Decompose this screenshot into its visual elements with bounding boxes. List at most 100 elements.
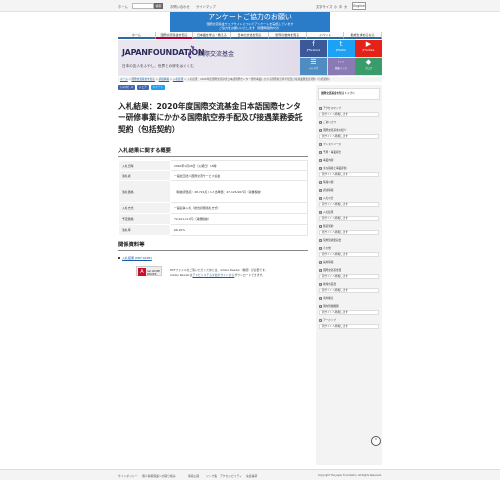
sidebar-item-label: 事業内容 (323, 159, 334, 162)
share-button[interactable]: シェア (136, 85, 149, 90)
twitter-tile[interactable]: t JFTwitter (327, 40, 355, 57)
breadcrumb-procurement[interactable]: 調達情報 (159, 78, 169, 81)
nav-events[interactable]: イベント (306, 32, 345, 39)
expand-icon[interactable]: + (319, 150, 322, 154)
nav-world[interactable]: 世界の動向を知る (268, 32, 307, 39)
utility-link-contact[interactable]: お問い合わせ (170, 4, 190, 9)
footer-link-links[interactable]: リンク集 (206, 474, 217, 478)
nav-grants[interactable]: 助成を求めるなら (344, 32, 383, 39)
sidebar-item[interactable]: +予算・事業報告 (319, 150, 379, 154)
sidebar-item[interactable]: +海外拠点 (319, 296, 379, 300)
breadcrumb-results[interactable]: 入札結果 (173, 78, 183, 81)
footer-link-disclosure[interactable]: 情報公開 (188, 474, 199, 478)
expand-icon[interactable]: + (319, 268, 322, 272)
expand-icon[interactable]: + (319, 196, 322, 200)
breadcrumb-about[interactable]: 国際交流基金を知る (132, 78, 155, 81)
footer-link-accessibility[interactable]: アクセシビリティ (220, 474, 242, 478)
sidebar-item[interactable]: +その他 (319, 246, 379, 250)
expand-icon[interactable]: + (319, 304, 322, 308)
nav-culture[interactable]: 日本の文化を知る (231, 32, 269, 39)
text-size-small[interactable]: 小 (334, 4, 337, 9)
expand-icon[interactable]: + (319, 106, 322, 110)
sidebar-new-site-link[interactable]: 新サイトへ移動します (319, 134, 379, 139)
expand-icon[interactable]: + (319, 166, 322, 170)
expand-icon[interactable]: + (319, 210, 322, 214)
survey-banner[interactable]: アンケートご協力のお願い 国際交流基金ウェブサイトについてアンケートを実施してい… (170, 12, 330, 32)
sidebar-new-site-link[interactable]: 新サイトへ移動します (319, 324, 379, 329)
expand-icon[interactable]: + (319, 318, 322, 322)
footer-link-disclaimer[interactable]: 免責事項 (246, 474, 257, 478)
expand-icon[interactable]: + (319, 158, 322, 162)
expand-icon[interactable]: + (319, 260, 322, 264)
sidebar-item[interactable]: +アクセスマップ (319, 106, 379, 110)
expand-icon[interactable]: + (319, 180, 322, 184)
nav-japanese[interactable]: 日本語を学ぶ・教える (193, 32, 232, 39)
expand-icon[interactable]: + (319, 120, 322, 124)
expand-icon[interactable]: + (319, 238, 322, 242)
youtube-icon: ▶ (365, 40, 372, 48)
breadcrumb-home[interactable]: ホーム (120, 78, 128, 81)
sidebar-item[interactable]: +採用情報 (319, 260, 379, 264)
links-tile[interactable]: ⋯ 関連リンク (327, 58, 355, 75)
sidebar-item[interactable]: +アーカイブ (319, 318, 379, 322)
sidebar-new-site-link[interactable]: 新サイトへ移動します (319, 288, 379, 293)
expand-icon[interactable]: + (319, 142, 322, 146)
table-key: 予定価格 (118, 213, 171, 225)
pdf-link[interactable]: 入札結果 [PDF:92KB] (122, 256, 152, 260)
english-button[interactable]: English (352, 2, 366, 10)
text-size-medium[interactable]: 中 (339, 4, 342, 9)
sidebar-new-site-link[interactable]: 新サイトへ移動します (319, 216, 379, 221)
facebook-tile[interactable]: f JFFacebook (300, 40, 327, 57)
sidebar-new-site-link[interactable]: 新サイトへ移動します (319, 112, 379, 117)
sidebar-new-site-link[interactable]: 新サイトへ移動します (319, 310, 379, 315)
sidebar-new-site-link[interactable]: 新サイトへ移動します (319, 274, 379, 279)
tweet-button[interactable]: ツイート (150, 85, 166, 90)
sidebar-new-site-link[interactable]: 新サイトへ移動します (319, 202, 379, 207)
expand-icon[interactable]: + (319, 128, 322, 132)
search-button[interactable]: 検索 (154, 3, 163, 9)
sidebar-item[interactable]: +入札結果 (319, 210, 379, 214)
expand-icon[interactable]: + (319, 282, 322, 286)
sidebar-item[interactable]: +ごあいさつ (319, 120, 379, 124)
sidebar-item[interactable]: +入札公告 (319, 196, 379, 200)
sidebar-item[interactable]: +国内附属機関 (319, 304, 379, 308)
youtube-tile[interactable]: ▶ JFYouTube (355, 40, 382, 57)
sidebar-item[interactable]: +地球市民賞 (319, 282, 379, 286)
footer-link-policy[interactable]: サイトポリシー (118, 474, 138, 478)
sidebar-item-label: 契約監視委員会 (323, 239, 342, 242)
sidebar-top-link[interactable]: 国際交流基金を知るトップへ (318, 88, 380, 100)
sidebar-item[interactable]: +契約監視委員会 (319, 238, 379, 242)
expand-icon[interactable]: + (319, 296, 322, 300)
expand-icon[interactable]: + (319, 246, 322, 250)
adobe-reader-badge[interactable]: A Get ADOBE READER (136, 266, 162, 276)
text-size-large[interactable]: 大 (344, 4, 347, 9)
sidebar-item[interactable]: +随意契約 (319, 224, 379, 228)
newsletter-tile[interactable]: ☰ メルマガ (300, 58, 327, 75)
back-to-top-button[interactable]: ⌃ (371, 436, 381, 446)
sidebar-item[interactable]: +国際交流基金の紹介 (319, 128, 379, 132)
like-button[interactable]: いいね！ 0 (118, 85, 135, 90)
sidebar-item[interactable]: +調達情報 (319, 188, 379, 192)
utility-link-sitemap[interactable]: サイトマップ (196, 4, 216, 9)
blog-tile[interactable]: ◆ ブログ (355, 58, 382, 75)
utility-link-home[interactable]: ホーム (118, 4, 128, 9)
hero-tagline: 日本の友人をふやし、世界との絆をはぐくむ (122, 64, 194, 68)
nav-about[interactable]: 国際交流基金を知る (155, 32, 194, 39)
nav-home[interactable]: ホーム (118, 32, 156, 39)
sidebar-item[interactable]: +国際交流基金賞 (319, 268, 379, 272)
sidebar-item[interactable]: +主な取組と事業評価 (319, 166, 379, 170)
footer-link-privacy[interactable]: 個人情報保護への取り組み (142, 474, 176, 478)
adobe-download-link[interactable]: アドビシステムズ社のサイトから (192, 273, 234, 277)
table-key: 入札方式 (118, 202, 171, 214)
expand-icon[interactable]: + (319, 224, 322, 228)
sidebar-item[interactable]: +プレスリリース (319, 142, 379, 146)
sidebar-new-site-link[interactable]: 新サイトへ移動します (319, 230, 379, 235)
search-input[interactable] (132, 3, 154, 9)
sidebar-item[interactable]: +事業内容 (319, 158, 379, 162)
expand-icon[interactable]: + (319, 188, 322, 192)
sidebar-item[interactable]: +情報公開 (319, 180, 379, 184)
sidebar-item-label: 主な取組と事業評価 (323, 167, 347, 170)
sidebar-new-site-link[interactable]: 新サイトへ移動します (319, 172, 379, 177)
blog-icon: ◆ (365, 58, 372, 66)
sidebar-new-site-link[interactable]: 新サイトへ移動します (319, 252, 379, 257)
